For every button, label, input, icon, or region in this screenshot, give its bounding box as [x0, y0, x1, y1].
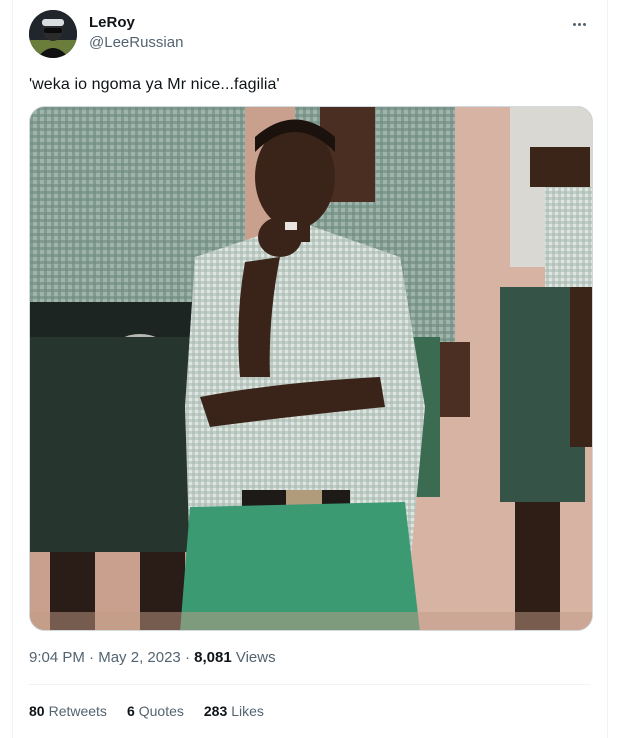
tweet-time[interactable]: 9:04 PM — [29, 649, 85, 666]
meta-separator: · — [89, 649, 99, 666]
likes-label: Likes — [231, 703, 264, 719]
more-horizontal-icon-dot — [577, 22, 581, 26]
avatar[interactable] — [29, 10, 77, 58]
retweets-stat[interactable]: 80 Retweets — [29, 703, 107, 719]
tweet-text: 'weka io ngoma ya Mr nice...fagilia' — [29, 76, 280, 93]
tweet-timestamp-row: 9:04 PM · May 2, 2023 · 8,081 Views — [29, 649, 276, 666]
retweets-label: Retweets — [48, 703, 107, 719]
more-options-button[interactable] — [567, 12, 591, 36]
photo-image — [30, 107, 592, 630]
views-count: 8,081 — [194, 649, 232, 666]
author-display-name[interactable]: LeRoy — [89, 14, 135, 31]
more-horizontal-icon — [572, 22, 576, 26]
retweets-count: 80 — [29, 703, 45, 719]
likes-count: 283 — [203, 703, 228, 719]
quotes-count: 6 — [126, 703, 135, 719]
divider — [29, 684, 591, 685]
author-handle[interactable]: @LeeRussian — [89, 34, 183, 51]
engagement-stats: 80 Retweets 6 Quotes 283 Likes — [29, 703, 264, 719]
views-label: Views — [235, 649, 276, 666]
tweet-card: LeRoy @LeeRussian 'weka io ngoma ya Mr n… — [12, 0, 608, 738]
tweet-date[interactable]: May 2, 2023 — [98, 649, 181, 666]
quotes-stat[interactable]: 6 Quotes — [127, 703, 184, 719]
meta-separator-2: · — [184, 649, 195, 666]
tweet-photo[interactable] — [29, 106, 593, 631]
likes-stat[interactable]: 283 Likes — [204, 703, 264, 719]
quotes-label: Quotes — [138, 703, 184, 719]
more-horizontal-icon-dot — [582, 22, 586, 26]
avatar-image — [29, 10, 77, 58]
